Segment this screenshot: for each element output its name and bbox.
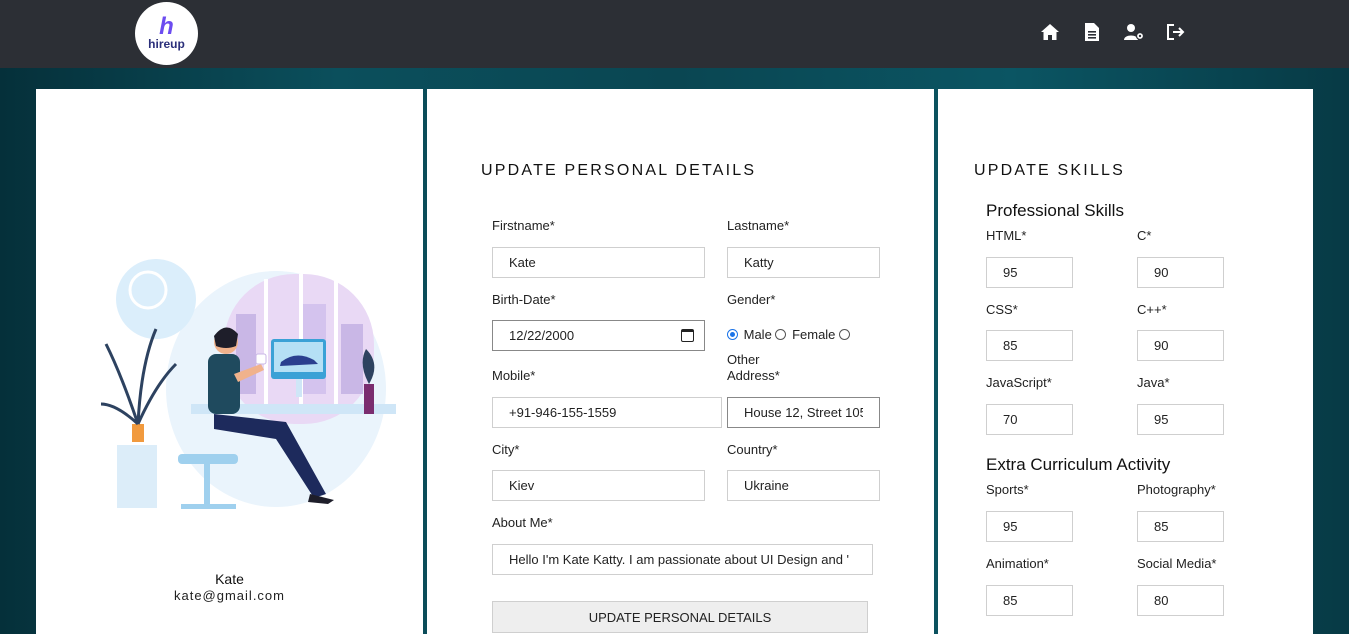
logout-icon[interactable]	[1164, 20, 1188, 44]
java-input[interactable]	[1137, 404, 1224, 435]
update-personal-details-button[interactable]: UPDATE PERSONAL DETAILS	[492, 601, 868, 633]
cpp-input[interactable]	[1137, 330, 1224, 361]
about-input[interactable]	[492, 544, 873, 575]
birthdate-value: 12/22/2000	[509, 328, 575, 343]
sports-input[interactable]	[986, 511, 1073, 542]
lastname-input[interactable]	[727, 247, 880, 278]
home-icon[interactable]	[1038, 20, 1062, 44]
about-label: About Me*	[492, 515, 553, 530]
calendar-icon[interactable]	[681, 329, 694, 342]
photography-label: Photography*	[1137, 482, 1216, 497]
c-label: C*	[1137, 228, 1152, 243]
lastname-label: Lastname*	[727, 218, 790, 233]
birthdate-label: Birth-Date*	[492, 292, 556, 307]
social-media-label: Social Media*	[1137, 556, 1217, 571]
address-input[interactable]	[727, 397, 880, 428]
city-input[interactable]	[492, 470, 705, 501]
professional-skills-title: Professional Skills	[986, 201, 1124, 220]
gender-other-radio[interactable]	[839, 329, 851, 340]
c-input[interactable]	[1137, 257, 1224, 288]
firstname-label: Firstname*	[492, 218, 555, 233]
html-input[interactable]	[986, 257, 1073, 288]
country-label: Country*	[727, 442, 778, 457]
mobile-input[interactable]	[492, 397, 722, 428]
workspace-illustration	[96, 254, 401, 539]
document-icon[interactable]	[1080, 20, 1104, 44]
java-label: Java*	[1137, 375, 1170, 390]
skills-title: UPDATE SKILLS	[974, 162, 1126, 179]
user-settings-icon[interactable]	[1122, 20, 1146, 44]
city-label: City*	[492, 442, 520, 457]
profile-name: Kate	[215, 571, 244, 587]
animation-input[interactable]	[986, 585, 1073, 616]
top-navbar: h hireup	[0, 0, 1349, 68]
nav-icons	[1038, 20, 1188, 44]
javascript-label: JavaScript*	[986, 375, 1052, 390]
profile-panel: Kate kate@gmail.com	[36, 89, 423, 634]
gender-radio-group: Male Female Other	[727, 322, 867, 372]
gender-male-radio[interactable]	[727, 329, 738, 340]
skills-panel: UPDATE SKILLS Professional Skills HTML* …	[938, 89, 1313, 634]
mobile-label: Mobile*	[492, 368, 536, 383]
personal-details-title: UPDATE PERSONAL DETAILS	[481, 162, 757, 179]
country-input[interactable]	[727, 470, 880, 501]
logo-word: hireup	[148, 37, 185, 51]
css-input[interactable]	[986, 330, 1073, 361]
personal-details-panel: UPDATE PERSONAL DETAILS Firstname* Lastn…	[427, 89, 934, 634]
firstname-input[interactable]	[492, 247, 705, 278]
css-label: CSS*	[986, 302, 1018, 317]
gender-female-radio[interactable]	[775, 329, 787, 340]
photography-input[interactable]	[1137, 511, 1224, 542]
profile-email: kate@gmail.com	[173, 588, 285, 603]
javascript-input[interactable]	[986, 404, 1073, 435]
gender-label: Gender*	[727, 292, 776, 307]
gender-female-label: Female	[792, 327, 836, 342]
hireup-logo[interactable]: h hireup	[135, 2, 198, 65]
logo-mark: h	[159, 13, 174, 40]
extra-curriculum-title: Extra Curriculum Activity	[986, 455, 1171, 474]
address-label: Address*	[727, 368, 780, 383]
gender-other-label: Other	[727, 352, 760, 367]
sports-label: Sports*	[986, 482, 1029, 497]
social-media-input[interactable]	[1137, 585, 1224, 616]
birthdate-input[interactable]: 12/22/2000	[492, 320, 705, 351]
gender-male-label: Male	[743, 327, 772, 342]
html-label: HTML*	[986, 228, 1027, 243]
cpp-label: C++*	[1137, 302, 1167, 317]
animation-label: Animation*	[986, 556, 1049, 571]
